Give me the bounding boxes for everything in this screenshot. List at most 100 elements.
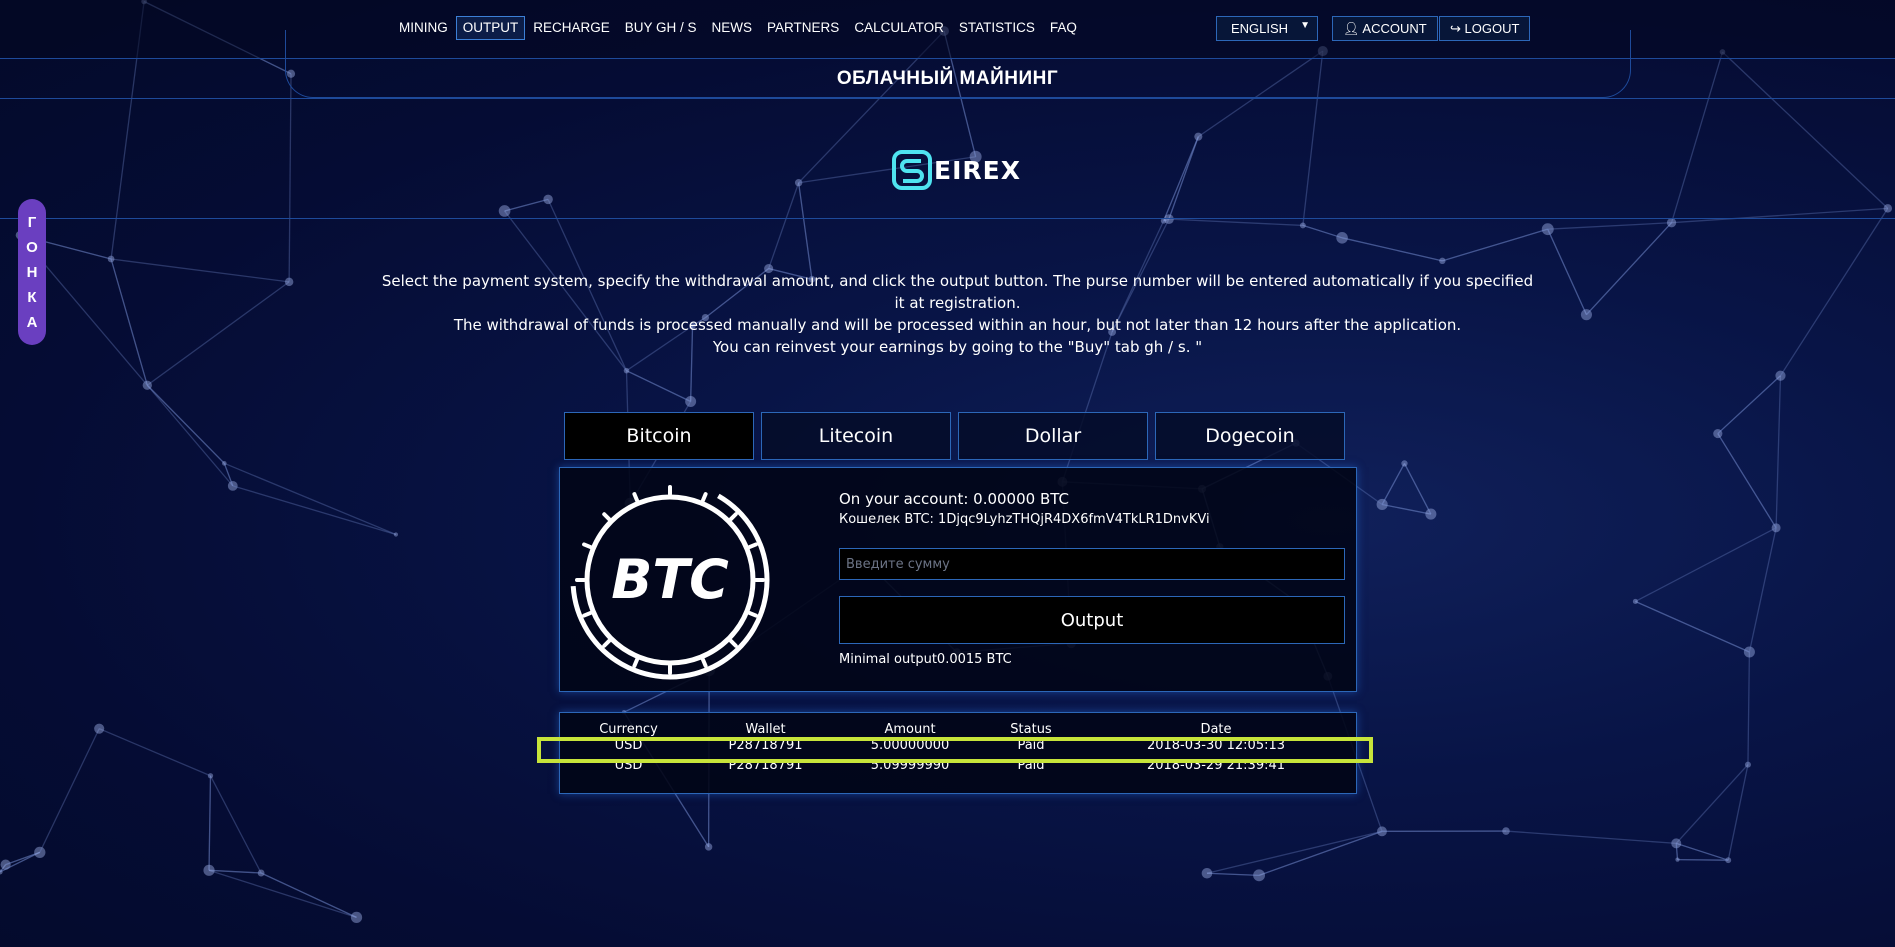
side-tab-letter: Н <box>26 263 38 281</box>
amount-input[interactable] <box>839 548 1345 580</box>
network-line <box>1748 527 1777 653</box>
column-header: Status <box>1010 722 1052 737</box>
network-line <box>1341 237 1443 262</box>
wallet-address: Кошелек BTC: 1Djqc9LyhzTHQjR4DX6fmV4TkLR… <box>839 512 1210 527</box>
network-line <box>110 258 148 386</box>
network-node <box>1502 827 1510 835</box>
network-line <box>1717 375 1781 435</box>
coin-tick <box>632 492 640 503</box>
instruction-line: You can reinvest your earnings by going … <box>712 338 1203 356</box>
withdraw-panel: BTC On your account: 0.00000 BTC Кошелек… <box>559 467 1357 692</box>
network-line <box>797 182 813 280</box>
network-node <box>1201 867 1213 879</box>
network-line <box>626 370 691 403</box>
btc-coin-icon: BTC <box>570 480 770 680</box>
network-line <box>1382 503 1431 515</box>
network-line <box>232 485 397 536</box>
side-race-tab[interactable]: Г О Н К А <box>18 199 46 345</box>
network-line <box>224 462 397 536</box>
column-header: Wallet <box>745 722 786 737</box>
network-line <box>1442 228 1548 262</box>
network-node <box>1632 598 1638 605</box>
network-node <box>1299 222 1306 229</box>
network-line <box>1676 842 1729 861</box>
network-line <box>1547 228 1588 315</box>
coin-tick <box>700 492 708 503</box>
network-line <box>1168 218 1303 227</box>
network-line <box>1168 136 1199 220</box>
network-line <box>1206 830 1383 874</box>
network-node <box>498 205 511 217</box>
currency-tabs: Bitcoin Litecoin Dollar Dogecoin <box>564 412 1345 460</box>
coin-label: BTC <box>611 548 729 611</box>
network-line <box>1671 207 1888 224</box>
table-header-row: Currency Wallet Amount Status Date <box>560 722 1356 737</box>
network-line <box>98 728 211 777</box>
network-line <box>1302 224 1343 239</box>
network-line <box>111 258 290 283</box>
network-line <box>146 281 290 386</box>
side-tab-letter: Г <box>27 213 37 231</box>
side-tab-letter: А <box>26 313 38 331</box>
coin-tick <box>747 610 758 618</box>
instruction-line: The withdrawal of funds is processed man… <box>453 316 1462 334</box>
tab-dogecoin[interactable]: Dogecoin <box>1155 412 1345 460</box>
network-line <box>1585 222 1673 316</box>
side-tab-letter: О <box>26 238 38 256</box>
logo-text: EIREX <box>934 155 1021 185</box>
column-header: Date <box>1200 722 1232 737</box>
network-node <box>350 911 363 924</box>
site-logo[interactable]: EIREX <box>892 148 1022 192</box>
network-line <box>1403 463 1432 515</box>
network-line <box>1747 652 1751 765</box>
network-line <box>288 73 292 282</box>
network-line <box>1775 375 1782 528</box>
network-line <box>1505 830 1677 845</box>
network-line <box>768 182 800 269</box>
network-node <box>1401 460 1408 467</box>
withdraw-instructions: Select the payment system, specify the w… <box>380 270 1535 358</box>
network-line <box>209 775 262 874</box>
tab-dollar[interactable]: Dollar <box>958 412 1148 460</box>
divider <box>0 218 1895 219</box>
tab-litecoin[interactable]: Litecoin <box>761 412 951 460</box>
network-line <box>260 872 357 918</box>
network-node <box>94 723 105 734</box>
divider <box>0 98 1895 99</box>
side-tab-letter: К <box>27 288 37 306</box>
network-line <box>1717 433 1777 529</box>
logo-s-icon <box>892 150 932 190</box>
coin-tick <box>582 610 593 618</box>
network-line <box>1727 764 1749 861</box>
coin-tick <box>700 657 708 668</box>
network-line <box>1635 600 1750 653</box>
network-node <box>203 864 215 876</box>
site-title: ОБЛАЧНЫЙ МАЙНИНГ <box>836 68 1059 89</box>
network-line <box>1635 527 1777 603</box>
network-line <box>208 869 357 919</box>
network-line <box>1206 872 1260 877</box>
network-line <box>1675 764 1749 844</box>
highlight-box <box>537 737 1373 763</box>
instruction-line: Select the payment system, specify the w… <box>381 272 1534 312</box>
network-line <box>39 728 100 853</box>
output-button[interactable]: Output <box>839 596 1345 644</box>
column-header: Currency <box>599 722 658 737</box>
minimal-output-note: Minimal output0.0015 BTC <box>839 652 1012 667</box>
network-node <box>704 843 713 851</box>
network-node <box>1439 257 1446 265</box>
coin-tick <box>582 542 593 550</box>
tab-bitcoin[interactable]: Bitcoin <box>564 412 754 460</box>
coin-tick <box>747 542 758 550</box>
coin-tick <box>602 512 612 522</box>
coin-tick <box>728 638 738 648</box>
network-node <box>1666 218 1677 228</box>
network-node <box>1883 204 1893 213</box>
network-line <box>1677 859 1729 861</box>
coin-tick <box>728 512 738 522</box>
coin-tick <box>632 657 640 668</box>
coin-tick <box>602 638 612 648</box>
column-header: Amount <box>884 722 936 737</box>
network-line <box>146 384 225 464</box>
network-line <box>1547 222 1672 230</box>
